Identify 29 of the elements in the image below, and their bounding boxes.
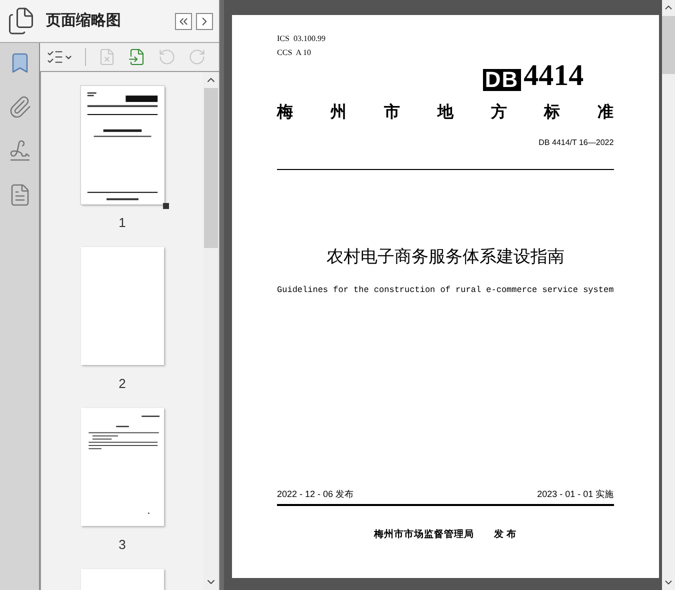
- scroll-thumb[interactable]: [204, 88, 218, 248]
- page-number: 2: [118, 377, 126, 390]
- options-menu-button[interactable]: [46, 48, 73, 66]
- thumbnails-icon: [6, 6, 36, 36]
- publish-label: 发 布: [494, 528, 517, 542]
- collapse-panel-button[interactable]: [175, 12, 192, 30]
- signature-icon[interactable]: [8, 139, 32, 163]
- standard-number: 4414: [524, 61, 584, 91]
- ccs-code: CCS A 10: [277, 47, 312, 59]
- panel-title: 页面缩略图: [46, 10, 121, 31]
- blank-page-thumbnail[interactable]: [80, 247, 164, 365]
- document-subtitle: Guidelines for the construction of rural e-commerce service system: [277, 284, 614, 296]
- page-number: 3: [118, 538, 126, 551]
- issue-date: 2022 - 12 - 06 发布: [277, 488, 354, 502]
- page-thumbnail[interactable]: [80, 408, 164, 526]
- effective-date: 2023 - 01 - 01 实施: [537, 488, 614, 502]
- page-thumbnail[interactable]: [80, 86, 164, 204]
- page-number: 1: [118, 216, 126, 229]
- scrollbar[interactable]: [662, 0, 675, 590]
- standard-category: 梅州市地方标准: [277, 102, 614, 123]
- page-insert-button[interactable]: [128, 48, 146, 66]
- scroll-thumb[interactable]: [662, 16, 675, 74]
- expand-button[interactable]: [196, 12, 214, 30]
- paperclip-icon[interactable]: [8, 95, 32, 119]
- standard-logo: DB: [482, 69, 521, 91]
- standard-code: DB 4414/T 16—2022: [538, 137, 614, 149]
- document-title: 农村电子商务服务体系建设指南: [326, 246, 564, 268]
- publisher: 梅州市市场监督管理局: [374, 528, 474, 542]
- ics-code: ICS 03.100.99: [277, 33, 326, 45]
